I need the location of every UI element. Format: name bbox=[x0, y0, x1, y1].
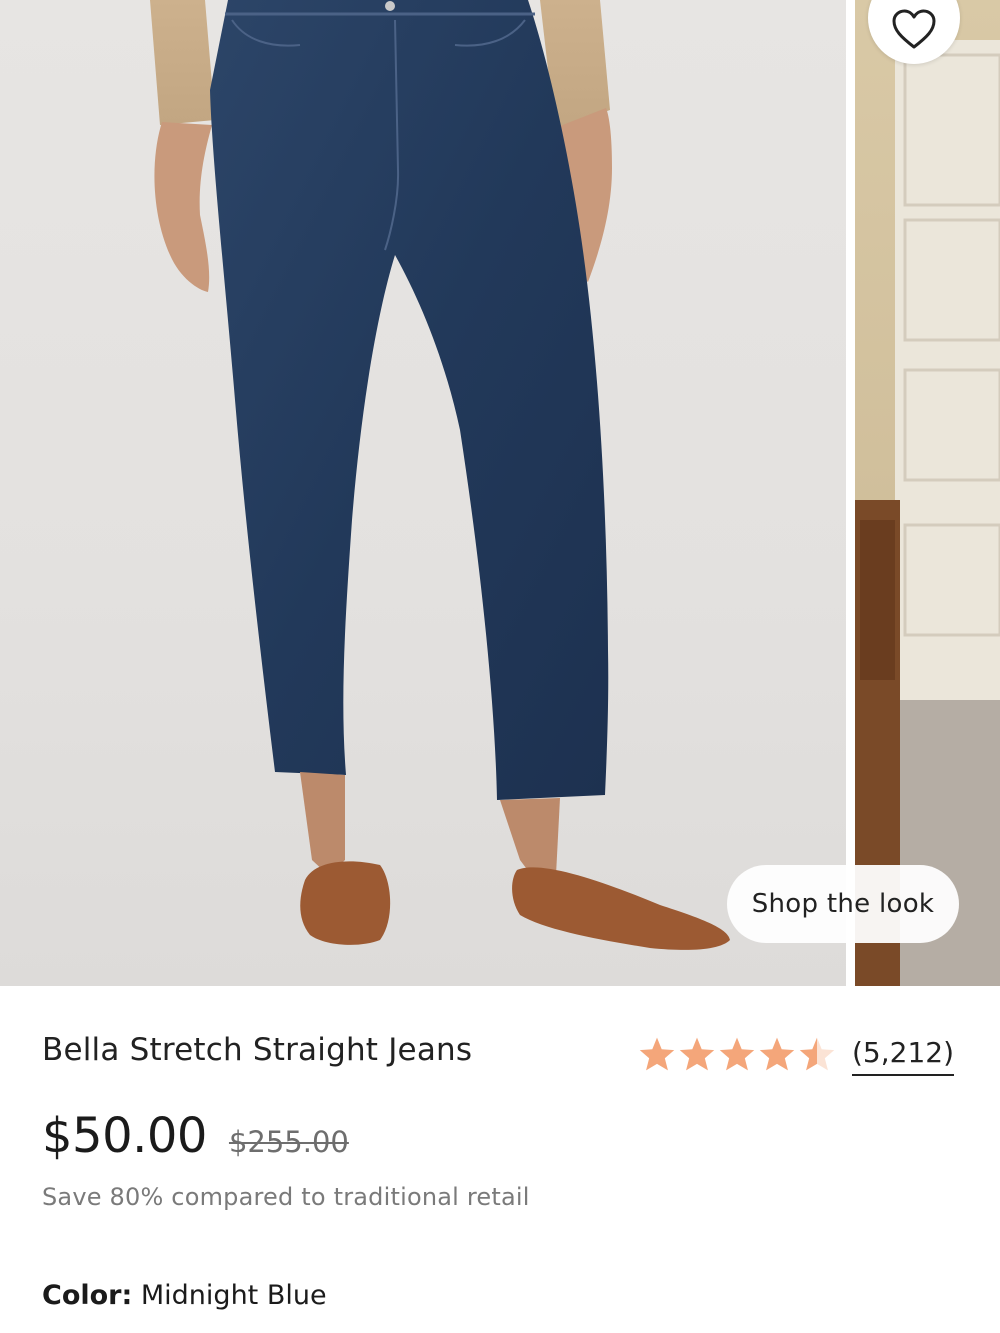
star-full-icon bbox=[719, 1037, 755, 1071]
original-price: $255.00 bbox=[228, 1125, 349, 1159]
product-image-gallery[interactable]: Shop the look bbox=[0, 0, 1000, 986]
star-half-icon bbox=[799, 1037, 835, 1071]
room-door-illustration bbox=[855, 40, 1000, 986]
review-count-link[interactable]: (5,212) bbox=[852, 1038, 955, 1076]
star-full-icon bbox=[639, 1037, 675, 1071]
star-full-icon bbox=[759, 1037, 795, 1071]
current-price: $50.00 bbox=[42, 1108, 207, 1164]
product-photo-main[interactable] bbox=[0, 0, 846, 986]
price-block: $50.00 $255.00 bbox=[42, 1108, 349, 1164]
product-rating[interactable]: (5,212) bbox=[638, 1032, 955, 1076]
savings-note: Save 80% compared to traditional retail bbox=[42, 1183, 530, 1211]
product-title: Bella Stretch Straight Jeans bbox=[42, 1032, 473, 1068]
heart-outline-icon bbox=[892, 9, 936, 49]
product-photo-secondary[interactable] bbox=[855, 0, 1000, 986]
star-full-icon bbox=[679, 1037, 715, 1071]
color-selection: Color: Midnight Blue bbox=[42, 1280, 327, 1311]
color-value: Midnight Blue bbox=[140, 1280, 327, 1311]
jeans-model-illustration bbox=[150, 0, 730, 950]
shop-the-look-button[interactable]: Shop the look bbox=[727, 865, 959, 943]
color-label: Color: bbox=[42, 1280, 133, 1311]
star-rating bbox=[638, 1036, 836, 1072]
